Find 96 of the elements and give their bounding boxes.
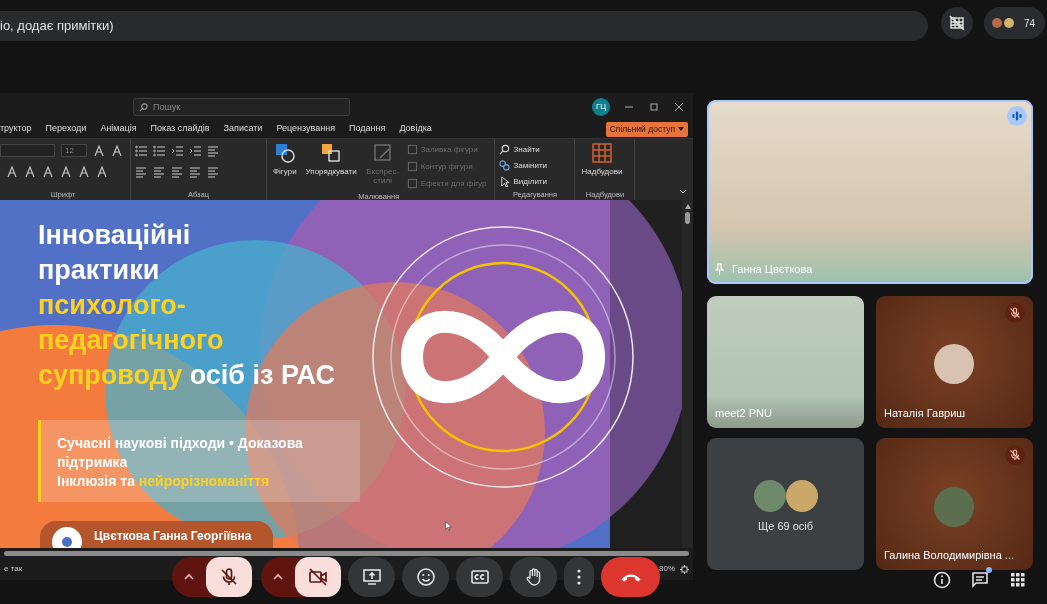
info-button[interactable] (933, 571, 951, 589)
present-screen-icon (361, 567, 382, 587)
search-field[interactable]: Пошук (133, 97, 350, 116)
mic-off-icon (1009, 449, 1021, 461)
font-format-icon[interactable] (42, 165, 54, 178)
ribbon-tab[interactable]: Анімація (100, 122, 137, 136)
participant-avatar (934, 344, 974, 384)
outline-icon (406, 161, 418, 172)
ribbon-tab[interactable]: труктор (0, 122, 32, 136)
account-avatar[interactable]: ГЦ (592, 97, 610, 116)
participant-name: meet2 PNU (715, 405, 772, 421)
smiley-icon (415, 567, 436, 587)
raise-hand-button[interactable] (510, 557, 557, 597)
participant-avatar (753, 480, 786, 512)
status-text: е так (4, 563, 23, 575)
maximize-icon[interactable] (649, 101, 659, 112)
others-count: Ще 69 осіб (757, 519, 814, 534)
present-button[interactable] (348, 557, 395, 597)
chevron-down-icon[interactable] (679, 189, 687, 195)
font-name-field[interactable] (0, 144, 55, 157)
presenter-name: Цвєткова Ганна Георгіївна (94, 528, 252, 545)
ribbon-tab[interactable]: Записати (223, 122, 263, 136)
reactions-button[interactable] (402, 557, 449, 597)
chat-icon (971, 571, 989, 589)
camera-button[interactable] (295, 557, 341, 597)
ribbon-command[interactable]: Знайти (499, 142, 571, 157)
font-format-icon[interactable] (6, 165, 18, 178)
more-vertical-icon (577, 569, 581, 585)
audio-level-icon (1011, 110, 1023, 122)
indent-icon[interactable] (171, 144, 183, 157)
apps-grid-icon (1009, 571, 1027, 589)
font-size-field[interactable]: 12 (61, 144, 87, 157)
horizontal-scrollbar[interactable] (4, 550, 689, 556)
caret-icon (678, 127, 684, 131)
ribbon-tab[interactable]: Рецензування (276, 122, 336, 136)
align-icon[interactable] (135, 165, 147, 178)
layout-button[interactable] (941, 7, 973, 39)
more-options-button[interactable] (564, 557, 594, 597)
microphone-button[interactable] (206, 557, 252, 597)
crossed-frame-icon (949, 15, 965, 31)
info-icon (933, 571, 951, 589)
participant-avatar (785, 480, 818, 512)
shapes-icon (273, 142, 296, 164)
font-format-icon[interactable] (60, 165, 72, 178)
captions-button[interactable] (456, 557, 503, 597)
ribbon-command[interactable]: Замінити (499, 158, 571, 173)
align-icon[interactable] (189, 165, 201, 178)
participant-avatar (934, 487, 974, 527)
replace-icon (499, 160, 511, 171)
ribbon-tab[interactable]: Показ слайдів (150, 122, 210, 136)
align-icon[interactable] (207, 165, 219, 178)
search-icon (499, 144, 511, 155)
scrollbar-thumb[interactable] (685, 212, 690, 224)
chevron-up-icon (272, 572, 284, 582)
participant-name: Ганна Цвєткова (732, 261, 813, 277)
camera-off-icon (308, 567, 328, 587)
scroll-up-icon[interactable] (684, 204, 691, 209)
align-icon[interactable] (153, 165, 165, 178)
ribbon-button[interactable]: Надбудови (579, 142, 625, 189)
ribbon-button[interactable]: Упорядкувати (303, 142, 359, 191)
font-format-icon[interactable] (93, 144, 105, 157)
close-icon[interactable] (674, 101, 684, 112)
fit-slide-icon[interactable] (680, 564, 689, 574)
arrange-icon (320, 142, 343, 164)
font-format-icon[interactable] (24, 165, 36, 178)
ribbon-command[interactable]: Виділити (499, 174, 571, 189)
mic-off-icon (1009, 307, 1021, 319)
captions-icon (469, 567, 490, 587)
leave-call-button[interactable] (601, 557, 660, 597)
ribbon-tab[interactable]: Подання (349, 122, 386, 136)
pin-icon (715, 262, 724, 275)
list-icon[interactable] (135, 144, 147, 157)
font-format-icon[interactable] (96, 165, 108, 178)
participant-name: Наталія Гавриш (884, 405, 966, 421)
font-format-icon[interactable] (78, 165, 90, 178)
chevron-up-icon (183, 572, 195, 582)
font-format-icon[interactable] (111, 144, 123, 157)
grid-icon (590, 142, 613, 164)
align-icon[interactable] (171, 165, 183, 178)
participant-name: Галина Володимирівна ... (884, 547, 1014, 563)
cursor-icon (499, 176, 511, 187)
participants-button[interactable]: 74 (984, 7, 1046, 39)
ribbon-tab[interactable]: Довідка (399, 122, 432, 136)
ribbon-tab[interactable]: Переходи (45, 122, 87, 136)
align-icon[interactable] (207, 144, 219, 157)
list-icon[interactable] (153, 144, 165, 157)
mic-off-icon (219, 567, 239, 587)
caption-text: іо, додає примітки) (0, 11, 928, 41)
apps-button[interactable] (1009, 571, 1027, 589)
quick-styles-icon (371, 142, 394, 164)
indent-icon[interactable] (189, 144, 201, 157)
zoom-level[interactable]: 80% (659, 563, 675, 575)
ribbon-button[interactable]: Фігури (271, 142, 299, 191)
avatar-icon (52, 527, 82, 548)
share-button[interactable]: Спільний доступ (605, 121, 688, 137)
pointer-icon (445, 521, 452, 531)
